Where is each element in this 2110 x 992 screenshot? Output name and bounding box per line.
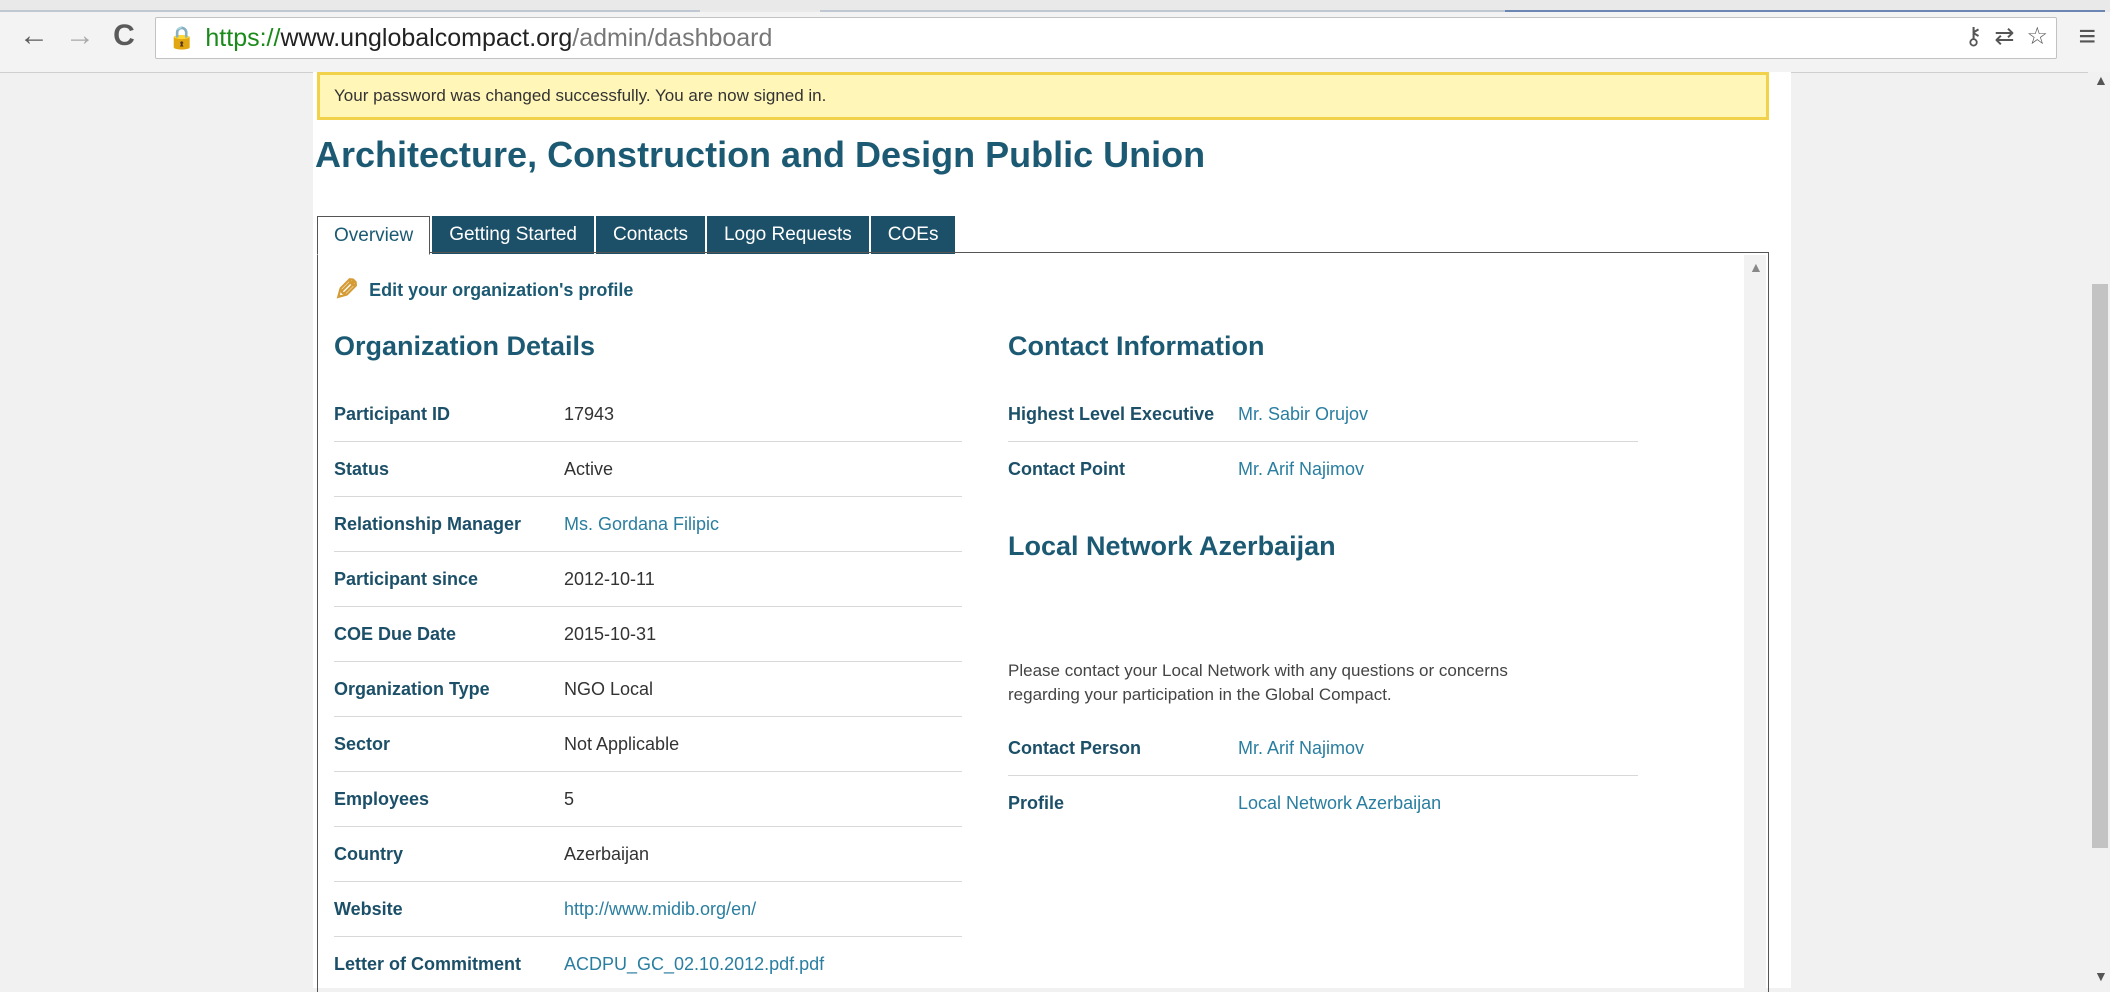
tab-coes[interactable]: COEs xyxy=(870,216,956,254)
row-label: Organization Type xyxy=(334,678,490,699)
translate-icon[interactable]: ⇄ xyxy=(1994,22,2014,51)
browser-tab[interactable] xyxy=(0,0,700,12)
table-row: Country Azerbaijan xyxy=(334,827,962,882)
edit-profile-link[interactable]: ✎ Edit your organization's profile xyxy=(334,273,633,308)
table-row: Organization Type NGO Local xyxy=(334,662,962,717)
relationship-manager-link[interactable]: Ms. Gordana Filipic xyxy=(564,514,719,535)
row-value: Azerbaijan xyxy=(564,843,650,864)
pencil-icon: ✎ xyxy=(334,274,360,307)
url-scheme: https:// xyxy=(205,23,281,52)
address-bar[interactable]: 🔒 https://www.unglobalcompact.org/admin/… xyxy=(155,17,2057,59)
tab-bar: Overview Getting Started Contacts Logo R… xyxy=(317,216,956,255)
table-row: Sector Not Applicable xyxy=(334,717,962,772)
contact-person-link[interactable]: Mr. Arif Najimov xyxy=(1238,738,1364,759)
edit-profile-label: Edit your organization's profile xyxy=(369,280,634,300)
row-label: Letter of Commitment xyxy=(334,953,522,974)
star-icon[interactable]: ☆ xyxy=(2026,22,2048,51)
row-value: NGO Local xyxy=(564,678,654,699)
forward-icon[interactable]: → xyxy=(62,18,98,54)
panel-scrollbar[interactable]: ▲ xyxy=(1744,255,1766,991)
table-row: Employees 5 xyxy=(334,772,962,827)
row-label: Employees xyxy=(334,788,430,809)
table-row: COE Due Date 2015-10-31 xyxy=(334,607,962,662)
row-label: Participant ID xyxy=(334,403,451,424)
page-content: Your password was changed successfully. … xyxy=(313,72,1791,992)
tab-strip xyxy=(0,0,2110,12)
highest-level-executive-link[interactable]: Mr. Sabir Orujov xyxy=(1238,404,1368,425)
row-value: 2015-10-31 xyxy=(564,623,657,644)
table-row: Participant ID 17943 xyxy=(334,387,962,442)
website-link[interactable]: http://www.midib.org/en/ xyxy=(564,899,756,920)
local-network-note: Please contact your Local Network with a… xyxy=(1008,661,1508,704)
row-value: 17943 xyxy=(564,403,615,424)
url-path: /admin/dashboard xyxy=(572,23,773,52)
table-row: Letter of Commitment ACDPU_GC_02.10.2012.… xyxy=(334,937,962,991)
row-label: Country xyxy=(334,843,403,864)
scrollbar-thumb[interactable] xyxy=(2092,284,2108,848)
table-row: Contact Person Mr. Arif Najimov xyxy=(1008,721,1638,776)
tab-logo-requests[interactable]: Logo Requests xyxy=(706,216,869,254)
row-label: Status xyxy=(334,458,390,479)
tab-contacts[interactable]: Contacts xyxy=(595,216,705,254)
contact-information-heading: Contact Information xyxy=(1008,331,1265,361)
browser-tab[interactable] xyxy=(1505,0,2105,12)
local-network-profile-link[interactable]: Local Network Azerbaijan xyxy=(1238,793,1441,814)
table-row: Participant since 2012-10-11 xyxy=(334,552,962,607)
row-value: Not Applicable xyxy=(564,733,680,754)
overview-panel: ▲ ✎ Edit your organization's profile Org… xyxy=(317,252,1769,992)
organization-details-heading: Organization Details xyxy=(334,331,596,361)
row-label: Participant since xyxy=(334,568,479,589)
key-icon[interactable]: ⚷ xyxy=(1965,22,1983,51)
organization-details-table: Participant ID 17943 Status Active Relatio… xyxy=(334,387,962,991)
letter-of-commitment-link[interactable]: ACDPU_GC_02.10.2012.pdf.pdf xyxy=(564,954,824,975)
success-notice: Your password was changed successfully. … xyxy=(317,72,1769,120)
tab-overview[interactable]: Overview xyxy=(317,216,431,255)
browser-toolbar: ← → C 🔒 https://www.unglobalcompact.org /… xyxy=(0,0,2110,73)
menu-icon[interactable]: ≡ xyxy=(2078,20,2096,54)
row-value: 2012-10-11 xyxy=(564,568,655,589)
row-label: Sector xyxy=(334,733,391,754)
row-label: Highest Level Executive xyxy=(1008,403,1215,424)
page-title: Architecture, Construction and Design Pu… xyxy=(315,134,1206,175)
row-label: Relationship Manager xyxy=(334,513,522,534)
table-row: Website http://www.midib.org/en/ xyxy=(334,882,962,937)
contact-point-link[interactable]: Mr. Arif Najimov xyxy=(1238,459,1364,480)
table-row: Status Active xyxy=(334,442,962,497)
row-label: Contact Person xyxy=(1008,737,1142,758)
row-label: Profile xyxy=(1008,792,1065,813)
local-network-heading: Local Network Azerbaijan xyxy=(1008,531,1336,561)
row-value: Active xyxy=(564,458,614,479)
row-label: COE Due Date xyxy=(334,623,457,644)
local-network-table: Contact Person Mr. Arif Najimov Profile Lo… xyxy=(1008,721,1638,830)
browser-tab[interactable] xyxy=(820,0,1520,12)
scroll-down-icon[interactable]: ▼ xyxy=(2094,968,2108,984)
table-row: Relationship Manager Ms. Gordana Filipic xyxy=(334,497,962,552)
row-label: Website xyxy=(334,898,403,919)
row-value: 5 xyxy=(564,788,575,809)
back-icon[interactable]: ← xyxy=(16,18,52,54)
url-host: www.unglobalcompact.org xyxy=(280,23,573,52)
scroll-up-icon[interactable]: ▲ xyxy=(1749,259,1763,275)
tab-getting-started[interactable]: Getting Started xyxy=(432,216,594,254)
reload-icon[interactable]: C xyxy=(106,18,142,54)
table-row: Profile Local Network Azerbaijan xyxy=(1008,776,1638,830)
row-label: Contact Point xyxy=(1008,458,1125,479)
page-scrollbar[interactable]: ▲ ▼ xyxy=(2088,72,2110,988)
table-row: Highest Level Executive Mr. Sabir Orujov xyxy=(1008,387,1638,442)
table-row: Contact Point Mr. Arif Najimov xyxy=(1008,442,1638,496)
lock-icon: 🔒 xyxy=(168,25,196,50)
scroll-up-icon[interactable]: ▲ xyxy=(2094,72,2108,88)
contact-information-table: Highest Level Executive Mr. Sabir Orujov … xyxy=(1008,387,1638,496)
